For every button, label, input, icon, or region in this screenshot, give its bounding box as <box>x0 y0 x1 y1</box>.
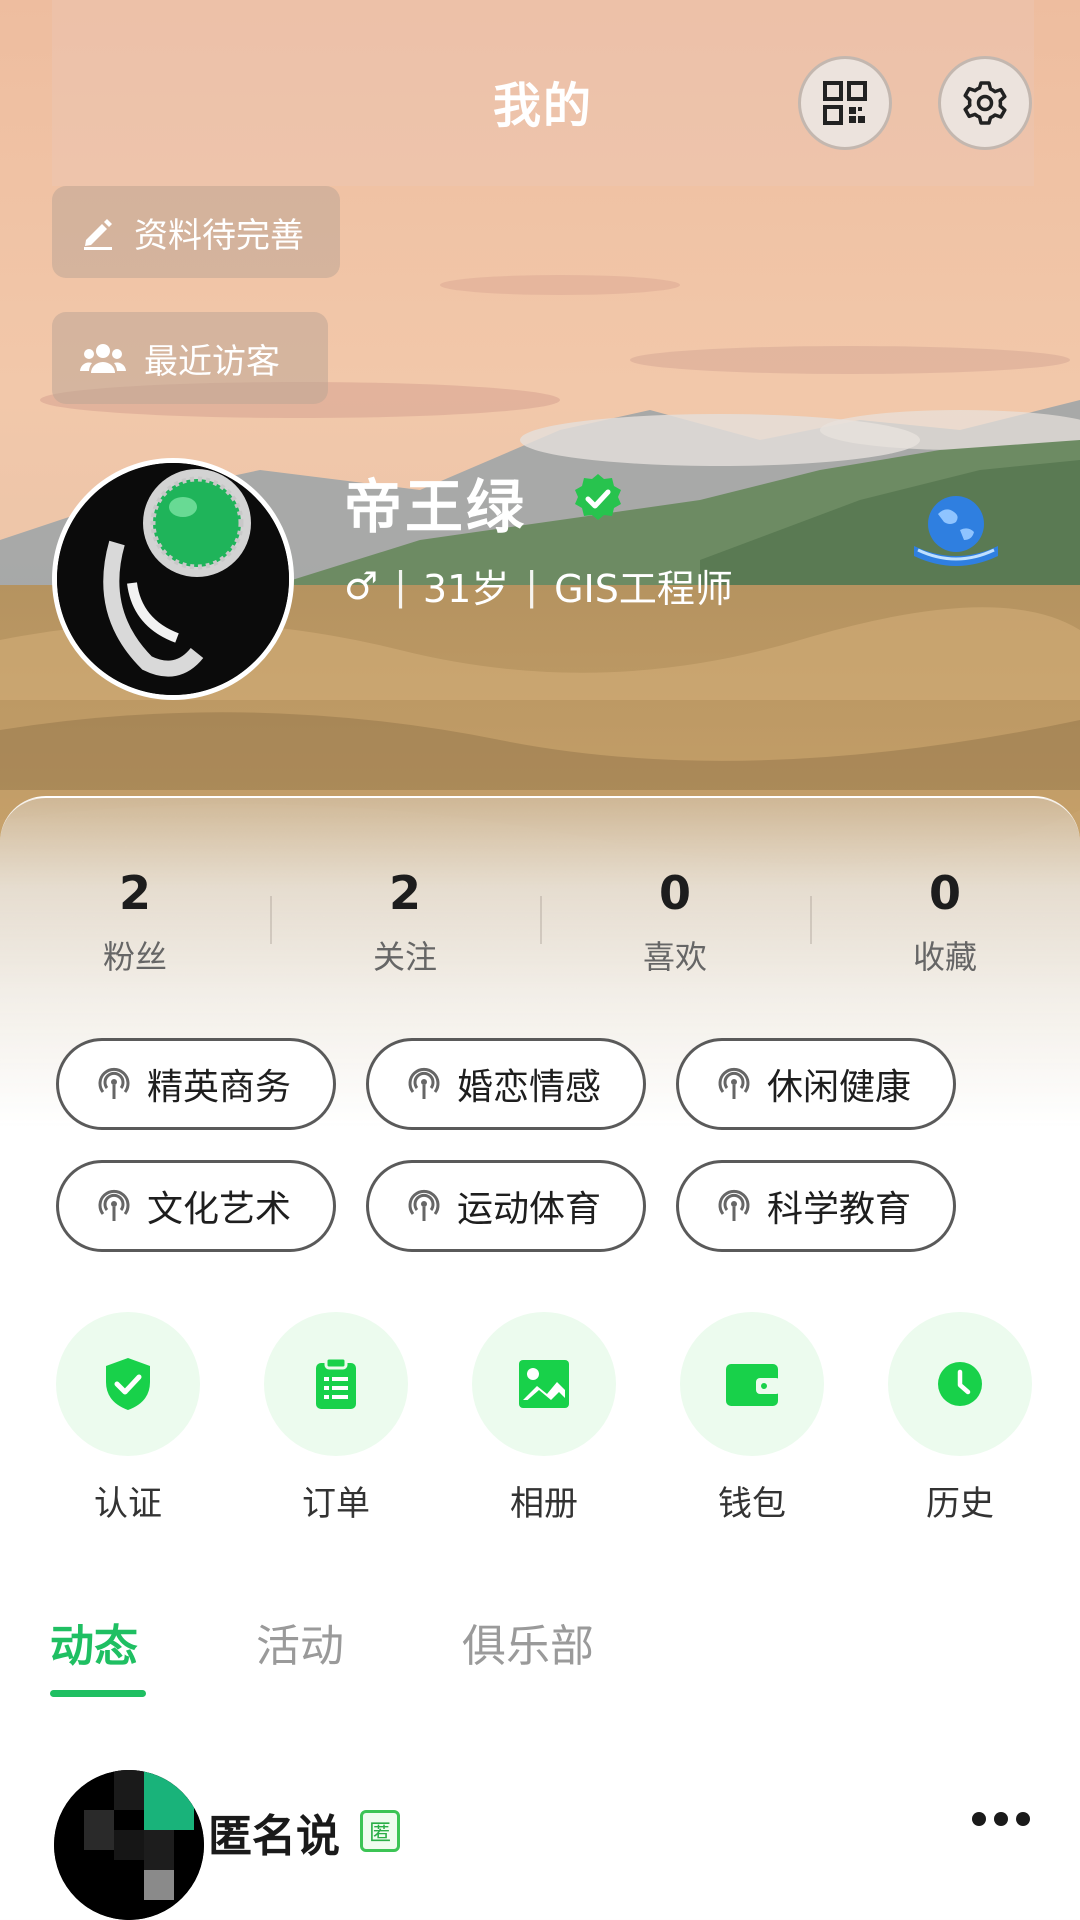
qr-code-button[interactable] <box>798 56 892 150</box>
quick-action-circle <box>888 1312 1032 1456</box>
stat-favorites[interactable]: 0 收藏 <box>810 866 1080 978</box>
quick-action-circle <box>680 1312 824 1456</box>
post-author-name[interactable]: 匿名说 <box>208 1800 340 1864</box>
tag-love-relationship[interactable]: 婚恋情感 <box>366 1038 646 1130</box>
quick-action-wallet[interactable]: 钱包 <box>680 1312 824 1525</box>
tag-sports[interactable]: 运动体育 <box>366 1160 646 1252</box>
broadcast-icon <box>407 1067 441 1101</box>
image-icon <box>519 1360 569 1408</box>
quick-action-circle <box>472 1312 616 1456</box>
shield-check-icon <box>106 1358 150 1410</box>
broadcast-icon <box>407 1189 441 1223</box>
following-label: 关注 <box>372 938 437 976</box>
tag-culture-art[interactable]: 文化艺术 <box>56 1160 336 1252</box>
tab-activities[interactable]: 活动 <box>256 1610 344 1674</box>
more-dot-icon <box>1016 1812 1030 1826</box>
quick-action-circle <box>264 1312 408 1456</box>
gear-icon <box>963 81 1007 125</box>
tag-label: 休闲健康 <box>767 1067 912 1108</box>
stat-following[interactable]: 2 关注 <box>270 866 540 978</box>
user-age: 31岁 <box>422 567 510 611</box>
complete-profile-label: 资料待完善 <box>134 215 304 256</box>
favorites-label: 收藏 <box>912 938 977 976</box>
broadcast-icon <box>717 1067 751 1101</box>
anonymous-badge: 匿 <box>360 1810 400 1852</box>
gender-male-icon: ♂ <box>344 563 379 608</box>
quick-action-label: 认证 <box>94 1484 162 1524</box>
quick-action-album[interactable]: 相册 <box>472 1312 616 1525</box>
more-dot-icon <box>994 1812 1008 1826</box>
wallet-icon <box>726 1364 780 1406</box>
tab-clubs[interactable]: 俱乐部 <box>462 1610 594 1674</box>
stats-row: 2 粉丝 2 关注 0 喜欢 0 收藏 <box>0 866 1080 996</box>
recent-visitors-button[interactable]: 最近访客 <box>52 312 328 404</box>
tag-leisure-health[interactable]: 休闲健康 <box>676 1038 956 1130</box>
quick-action-label: 相册 <box>510 1484 578 1524</box>
settings-button[interactable] <box>938 56 1032 150</box>
following-count: 2 <box>388 866 421 920</box>
followers-count: 2 <box>118 866 151 920</box>
globe-book-icon[interactable] <box>908 490 1004 574</box>
post-author-avatar[interactable] <box>54 1770 204 1920</box>
followers-label: 粉丝 <box>102 938 167 976</box>
user-name: 帝王绿 <box>344 473 528 541</box>
broadcast-icon <box>717 1189 751 1223</box>
quick-action-history[interactable]: 历史 <box>888 1312 1032 1525</box>
quick-action-label: 订单 <box>302 1484 370 1524</box>
active-tab-indicator <box>50 1690 146 1697</box>
avatar[interactable] <box>52 458 294 700</box>
pencil-icon <box>80 214 116 250</box>
tag-label: 婚恋情感 <box>457 1067 602 1108</box>
tag-label: 运动体育 <box>457 1189 602 1230</box>
meta-divider: | <box>394 563 407 608</box>
more-dot-icon <box>972 1812 986 1826</box>
clipboard-icon <box>316 1357 356 1409</box>
quick-action-orders[interactable]: 订单 <box>264 1312 408 1525</box>
quick-action-circle <box>56 1312 200 1456</box>
broadcast-icon <box>97 1189 131 1223</box>
likes-label: 喜欢 <box>642 938 707 976</box>
favorites-count: 0 <box>928 866 961 920</box>
qr-code-icon <box>823 81 867 125</box>
more-options-button[interactable] <box>972 1812 1030 1826</box>
quick-action-verify[interactable]: 认证 <box>56 1312 200 1525</box>
broadcast-icon <box>97 1067 131 1101</box>
jade-ring-image <box>57 463 289 695</box>
tag-label: 科学教育 <box>767 1189 912 1230</box>
meta-divider: | <box>525 563 539 608</box>
user-occupation: GIS工程师 <box>554 567 733 611</box>
stat-followers[interactable]: 2 粉丝 <box>0 866 270 978</box>
user-meta: ♂ | 31岁 | GIS工程师 <box>344 558 733 613</box>
tag-label: 精英商务 <box>147 1067 292 1108</box>
quick-action-label: 历史 <box>926 1484 994 1524</box>
likes-count: 0 <box>658 866 691 920</box>
users-icon <box>80 341 126 375</box>
stat-likes[interactable]: 0 喜欢 <box>540 866 810 978</box>
tag-label: 文化艺术 <box>147 1189 292 1230</box>
complete-profile-button[interactable]: 资料待完善 <box>52 186 340 278</box>
quick-action-label: 钱包 <box>718 1484 786 1524</box>
tag-elite-business[interactable]: 精英商务 <box>56 1038 336 1130</box>
recent-visitors-label: 最近访客 <box>144 341 280 382</box>
verified-badge-icon <box>572 472 624 528</box>
tag-science-education[interactable]: 科学教育 <box>676 1160 956 1252</box>
tab-moments[interactable]: 动态 <box>50 1610 138 1674</box>
clock-icon <box>938 1362 982 1406</box>
